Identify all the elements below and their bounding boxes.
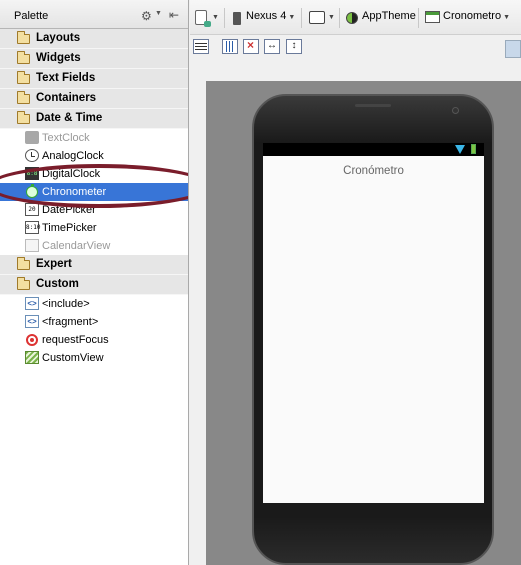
vertical-fill-icon[interactable]: ↕ [286, 39, 302, 54]
phone-icon [233, 12, 241, 25]
target-icon [26, 334, 38, 346]
device-label: Nexus 4 [246, 10, 287, 22]
palette-title: Palette [14, 10, 49, 22]
xml-tag-icon: <> [25, 315, 39, 328]
folder-icon [17, 31, 30, 44]
zoom-icon[interactable] [505, 40, 521, 58]
chevron-down-icon[interactable]: ▼ [155, 10, 162, 17]
toolbar-separator [339, 8, 340, 28]
palette-item-analogclock[interactable]: AnalogClock [0, 147, 188, 165]
toolbar-separator [418, 8, 419, 28]
palette-item-label: TimePicker [42, 222, 97, 234]
category-label: Containers [36, 92, 97, 104]
category-date-time[interactable]: Date & Time [0, 109, 188, 129]
palette-item-label: CustomView [42, 352, 104, 364]
layout-actions-toolbar [190, 35, 521, 61]
chevron-down-icon: ▼ [328, 14, 335, 21]
theme-label: AppTheme [362, 10, 416, 22]
folder-icon [17, 51, 30, 64]
palette-item-calendarview[interactable]: CalendarView [0, 237, 188, 255]
palette-item-label: <include> [42, 298, 90, 310]
palette-item-textclock[interactable]: TextClock [0, 129, 188, 147]
theme-button[interactable]: AppTheme [362, 10, 416, 22]
palette-item-label: <fragment> [42, 316, 99, 328]
activity-icon [425, 11, 440, 23]
chevron-down-icon: ▼ [212, 14, 219, 21]
category-layouts[interactable]: Layouts [0, 29, 188, 49]
xml-tag-icon: <> [25, 297, 39, 310]
orientation-icon[interactable] [309, 11, 325, 24]
category-label: Expert [36, 258, 72, 270]
palette-item-customview[interactable]: CustomView [0, 349, 188, 367]
folder-icon [17, 71, 30, 84]
time-picker-icon: 8:10 [25, 221, 40, 234]
category-text-fields[interactable]: Text Fields [0, 69, 188, 89]
battery-icon [471, 144, 476, 154]
toolbar-separator [224, 8, 225, 28]
camera-icon [452, 107, 459, 114]
speaker-grille [355, 104, 391, 107]
activity-label: Cronometro [443, 10, 502, 22]
orientation-dropdown[interactable]: ▼ [326, 10, 335, 22]
theme-icon [346, 12, 358, 24]
category-widgets[interactable]: Widgets [0, 49, 188, 69]
palette-item-timepicker[interactable]: 8:10 TimePicker [0, 219, 188, 237]
palette-panel: Palette ⚙ ▼ ⇤ Layouts Widgets Text Field… [0, 0, 189, 565]
calendar-icon: 20 [25, 203, 39, 216]
palette-item-datepicker[interactable]: 20 DatePicker [0, 201, 188, 219]
palette-item-label: Chronometer [42, 186, 107, 198]
collapse-panel-icon[interactable]: ⇤ [169, 8, 179, 22]
palette-item-requestfocus[interactable]: requestFocus [0, 331, 188, 349]
palette-item-label: AnalogClock [42, 150, 104, 162]
calendar-view-icon [25, 239, 39, 252]
palette-item-label: CalendarView [42, 240, 111, 252]
folder-icon [17, 257, 30, 270]
palette-header: Palette ⚙ ▼ ⇤ [0, 0, 188, 29]
palette-item-fragment[interactable]: <> <fragment> [0, 313, 188, 331]
custom-view-icon [25, 351, 39, 364]
category-containers[interactable]: Containers [0, 89, 188, 109]
folder-icon [17, 91, 30, 104]
analog-clock-icon [25, 149, 39, 162]
device-config-icon[interactable] [195, 10, 211, 27]
palette-item-digitalclock[interactable]: 8:8 DigitalClock [0, 165, 188, 183]
palette-item-label: DigitalClock [42, 168, 101, 180]
digital-clock-icon: 8:8 [25, 167, 39, 180]
wifi-icon [455, 145, 465, 154]
category-label: Text Fields [36, 72, 96, 84]
palette-item-label: DatePicker [42, 204, 96, 216]
vertical-orientation-icon[interactable] [222, 39, 238, 54]
textclock-icon [25, 131, 39, 144]
chevron-down-icon: ▼ [288, 14, 296, 21]
remove-layout-icon[interactable] [243, 38, 259, 54]
chronometer-icon [26, 184, 38, 198]
category-label: Widgets [36, 52, 81, 64]
activity-dropdown[interactable]: Cronometro ▼ [443, 10, 510, 22]
folder-icon [17, 111, 30, 124]
horizontal-fill-icon[interactable]: ↔ [264, 39, 280, 54]
category-label: Custom [36, 278, 79, 290]
category-custom[interactable]: Custom [0, 275, 188, 295]
device-config-dropdown[interactable]: ▼ [210, 10, 219, 22]
chevron-down-icon: ▼ [503, 14, 511, 21]
category-label: Layouts [36, 32, 81, 44]
app-title: Cronómetro [343, 165, 404, 177]
palette-item-label: TextClock [42, 132, 90, 144]
folder-icon [17, 277, 30, 290]
linear-layout-icon[interactable] [193, 39, 209, 54]
status-bar [263, 143, 484, 156]
toolbar-separator [301, 8, 302, 28]
category-expert[interactable]: Expert [0, 255, 188, 275]
device-screen[interactable] [263, 143, 484, 503]
gear-icon[interactable]: ⚙ [141, 9, 152, 23]
category-label: Date & Time [36, 112, 103, 124]
palette-item-include[interactable]: <> <include> [0, 295, 188, 313]
palette-item-chronometer[interactable]: Chronometer [0, 183, 188, 201]
device-dropdown[interactable]: Nexus 4 ▼ [246, 10, 295, 22]
palette-item-label: requestFocus [42, 334, 109, 346]
